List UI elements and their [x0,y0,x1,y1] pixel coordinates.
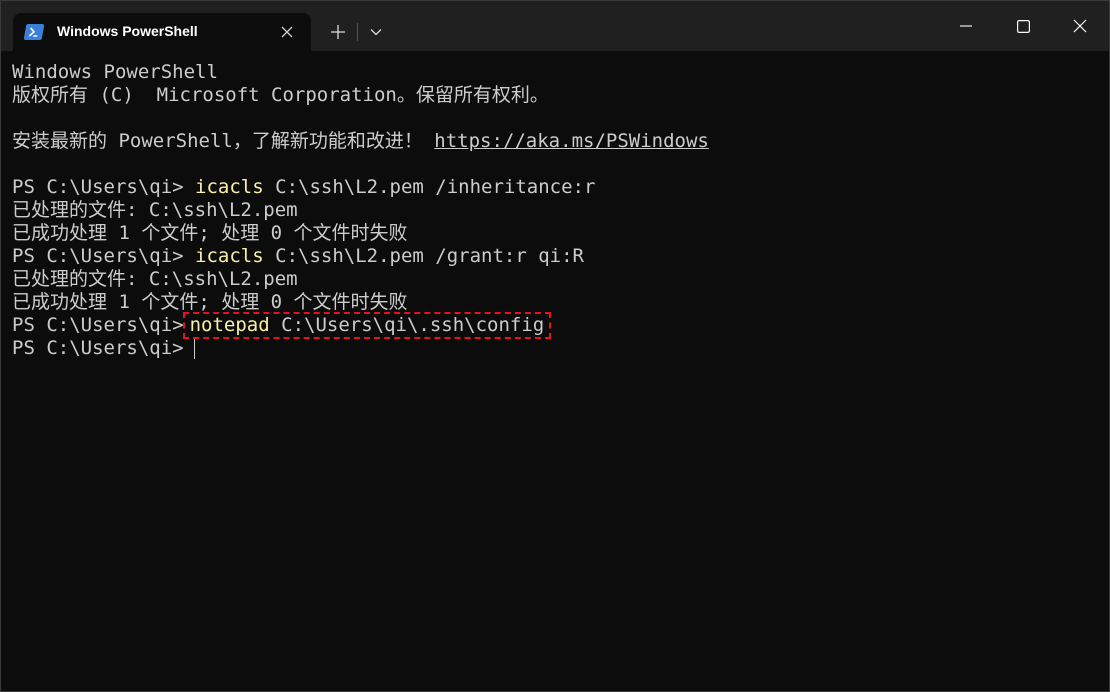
install-line: 安装最新的 PowerShell，了解新功能和改进！ https://aka.m… [12,130,1102,153]
terminal-output[interactable]: Windows PowerShell 版权所有 (C) Microsoft Co… [12,61,1102,681]
install-text: 安装最新的 PowerShell，了解新功能和改进！ [12,130,423,152]
banner-line: Windows PowerShell [12,61,218,83]
minimize-button[interactable] [937,1,995,51]
powershell-icon [23,24,45,40]
close-icon [281,26,293,38]
profile-dropdown-button[interactable] [359,15,393,49]
copyright-line: 版权所有 (C) Microsoft Corporation。保留所有权利。 [12,84,549,106]
plus-icon [331,25,345,39]
toolbar-divider [357,23,358,41]
command-name: notepad [189,314,270,336]
text-cursor [193,338,195,359]
command-args: C:\ssh\L2.pem /inheritance:r [275,176,596,198]
new-tab-button[interactable] [321,15,355,49]
minimize-icon [960,25,972,27]
maximize-button[interactable] [994,1,1052,51]
prompt: PS C:\Users\qi> [12,176,184,198]
output-line: 已处理的文件: C:\ssh\L2.pem [12,199,298,221]
command-args: C:\Users\qi\.ssh\config [281,314,545,336]
command-name: icacls [195,176,264,198]
command-line: PS C:\Users\qi> icacls C:\ssh\L2.pem /in… [12,176,1102,199]
close-icon [1073,19,1087,33]
output-line: 已处理的文件: C:\ssh\L2.pem [12,268,298,290]
terminal-window: Windows PowerShell Windows PowerShell 版权… [0,0,1110,692]
command-line: PS C:\Users\qi> icacls C:\ssh\L2.pem /gr… [12,245,1102,268]
highlighted-command: notepad C:\Users\qi\.ssh\config [182,312,552,339]
close-button[interactable] [1051,1,1109,51]
command-name: icacls [195,245,264,267]
prompt: PS C:\Users\qi> [12,245,184,267]
current-prompt-line[interactable]: PS C:\Users\qi> [12,337,1102,360]
output-line: 已成功处理 1 个文件; 处理 0 个文件时失败 [12,291,408,313]
tab-close-button[interactable] [275,20,299,44]
command-args: C:\ssh\L2.pem /grant:r qi:R [275,245,584,267]
command-line: PS C:\Users\qi> notepad C:\Users\qi\.ssh\… [12,312,1102,339]
prompt: PS C:\Users\qi> [12,314,184,336]
maximize-icon [1016,19,1030,33]
tab-windows-powershell[interactable]: Windows PowerShell [13,13,311,51]
prompt: PS C:\Users\qi> [12,337,184,359]
tab-title: Windows PowerShell [57,23,198,39]
install-link[interactable]: https://aka.ms/PSWindows [434,130,709,152]
output-line: 已成功处理 1 个文件; 处理 0 个文件时失败 [12,222,408,244]
title-bar: Windows PowerShell [1,1,1109,51]
chevron-down-icon [370,29,382,36]
